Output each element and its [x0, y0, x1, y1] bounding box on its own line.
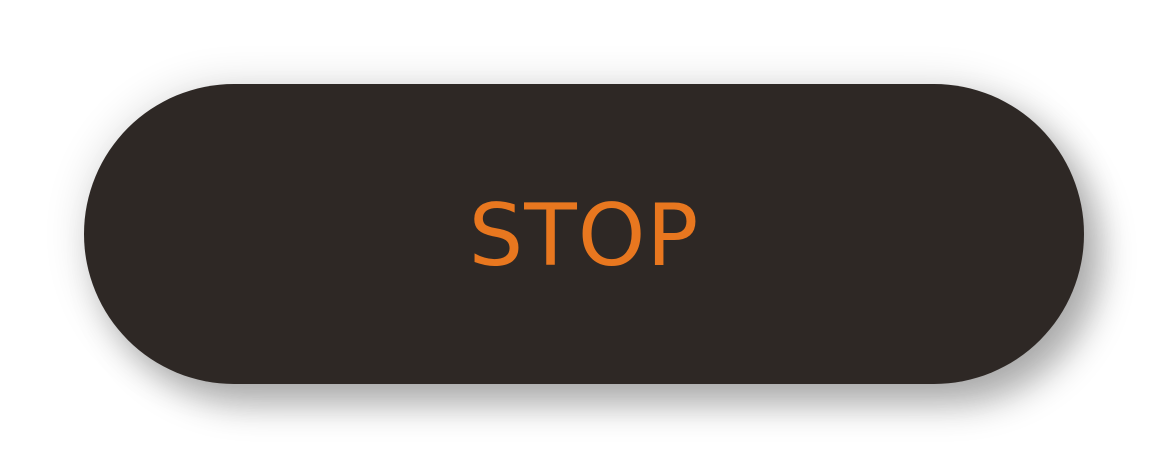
- canvas: STOP: [0, 0, 1168, 468]
- stop-button[interactable]: STOP: [84, 84, 1084, 384]
- stop-button-label: STOP: [468, 186, 700, 286]
